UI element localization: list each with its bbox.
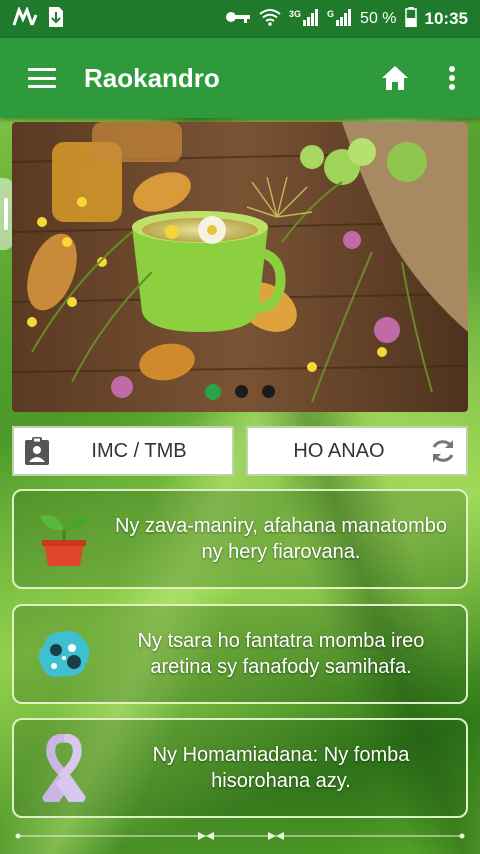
carousel-dot-1[interactable]: [205, 384, 221, 400]
key-icon: [225, 10, 251, 29]
signal-icon-2: [336, 8, 352, 31]
clock: 10:35: [424, 9, 468, 28]
awareness-ribbon-icon: [14, 734, 114, 802]
carousel-dot-2[interactable]: [235, 385, 248, 398]
ho-anao-button[interactable]: HO ANAO: [246, 426, 468, 476]
refresh-icon: [420, 437, 466, 465]
ho-anao-label: HO ANAO: [293, 439, 385, 462]
app-bar: Raokandro: [0, 38, 480, 118]
carousel-image: [12, 122, 468, 412]
quick-actions: IMC / TMB HO ANAO: [12, 426, 468, 476]
potted-plant-icon: [14, 510, 114, 568]
home-button[interactable]: [366, 38, 424, 118]
app-notification-icon: [12, 5, 38, 32]
signal-icon-1: [303, 8, 319, 31]
more-options-button[interactable]: [424, 38, 480, 118]
battery-icon: [404, 6, 417, 32]
home-icon: [382, 66, 408, 90]
network-3g-label: 3G: [289, 9, 302, 19]
footer-divider: [0, 828, 480, 848]
battery-percent: 50 %: [360, 10, 397, 27]
card-cancer[interactable]: Ny Homamiadana: Ny fomba hisorohana azy.: [12, 718, 468, 818]
virus-cell-icon: [14, 626, 114, 682]
carousel-pager: [12, 384, 468, 400]
image-carousel[interactable]: [12, 122, 468, 412]
carousel-dot-3[interactable]: [262, 385, 275, 398]
card-cancer-text: Ny Homamiadana: Ny fomba hisorohana azy.: [152, 744, 410, 792]
status-bar: 3G G 50 % 10:35: [0, 0, 480, 38]
card-plants[interactable]: Ny zava-maniry, afahana manatombo ny her…: [12, 489, 468, 589]
imc-tmb-button[interactable]: IMC / TMB: [12, 426, 234, 476]
menu-icon: [28, 68, 56, 88]
more-vert-icon: [449, 66, 455, 90]
menu-button[interactable]: [0, 38, 84, 118]
clipboard-user-icon: [14, 436, 60, 466]
wifi-icon: [259, 8, 281, 31]
app-title: Raokandro: [84, 62, 220, 93]
card-diseases[interactable]: Ny tsara ho fantatra momba ireo aretina …: [12, 604, 468, 704]
network-g-label: G: [327, 9, 335, 19]
card-diseases-text: Ny tsara ho fantatra momba ireo aretina …: [137, 630, 425, 678]
card-plants-text: Ny zava-maniry, afahana manatombo ny her…: [114, 515, 447, 563]
imc-tmb-label: IMC / TMB: [91, 439, 187, 462]
sim-card-icon: [48, 6, 64, 33]
